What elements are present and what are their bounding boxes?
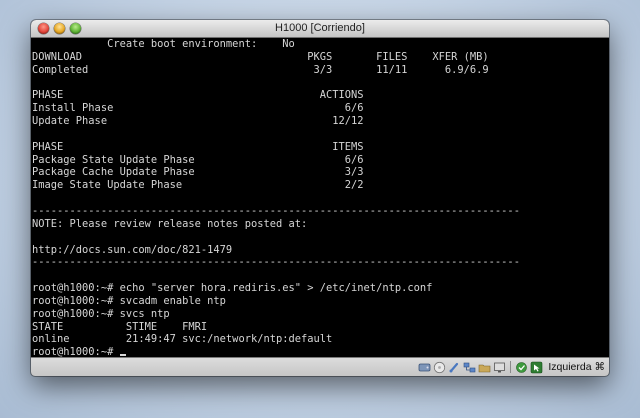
terminal-line: NOTE: Please review release notes posted… [32,217,308,230]
shared-folders-icon[interactable] [478,361,491,374]
terminal-line: ----------------------------------------… [32,204,520,217]
terminal-line: DOWNLOAD PKGS FILES XFER (MB) [32,50,489,63]
network-icon[interactable] [463,361,476,374]
terminal-line: http://docs.sun.com/doc/821-1479 [32,243,233,256]
terminal-line: Update Phase 12/12 [32,115,364,128]
usb-icon[interactable] [448,361,461,374]
terminal-line: online 21:49:47 svc:/network/ntp:default [32,333,333,346]
status-bar: Izquierda ⌘ [31,357,609,376]
title-bar[interactable]: H1000 [Corriendo] [31,20,609,38]
terminal-line: Install Phase 6/6 [32,102,364,115]
window-controls [38,23,81,34]
minimize-button[interactable] [54,23,65,34]
terminal-cursor [119,354,126,357]
terminal-line: STATE STIME FMRI [32,320,208,333]
virtualization-icon[interactable] [515,361,528,374]
mouse-integration-icon[interactable] [530,361,543,374]
window-title: H1000 [Corriendo] [275,22,365,34]
zoom-button[interactable] [70,23,81,34]
hard-disk-icon[interactable] [418,361,431,374]
terminal-line: Image State Update Phase 2/2 [32,179,364,192]
host-key-label: Izquierda ⌘ [548,361,605,373]
terminal-line: root@h1000:~# echo "server hora.rediris.… [32,282,433,295]
terminal-line: Package State Update Phase 6/6 [32,153,364,166]
vm-window: H1000 [Corriendo] Create boot environmen… [31,20,609,376]
optical-drive-icon[interactable] [433,361,446,374]
terminal-line: Create boot environment: No [32,38,295,50]
terminal-screen[interactable]: Create boot environment: No DOWNLOAD PKGS… [31,38,609,358]
terminal-line: PHASE ITEMS [32,140,364,153]
display-icon[interactable] [493,361,506,374]
terminal-line: Package Cache Update Phase 3/3 [32,166,364,179]
status-separator [510,361,512,373]
close-button[interactable] [38,23,49,34]
terminal-line: PHASE ACTIONS [32,89,364,102]
terminal-line: root@h1000:~# svcadm enable ntp [32,294,226,307]
terminal-line: root@h1000:~# svcs ntp [32,307,170,320]
terminal-line: Completed 3/3 11/11 6.9/6.9 [32,63,489,76]
terminal-line: ----------------------------------------… [32,256,520,269]
